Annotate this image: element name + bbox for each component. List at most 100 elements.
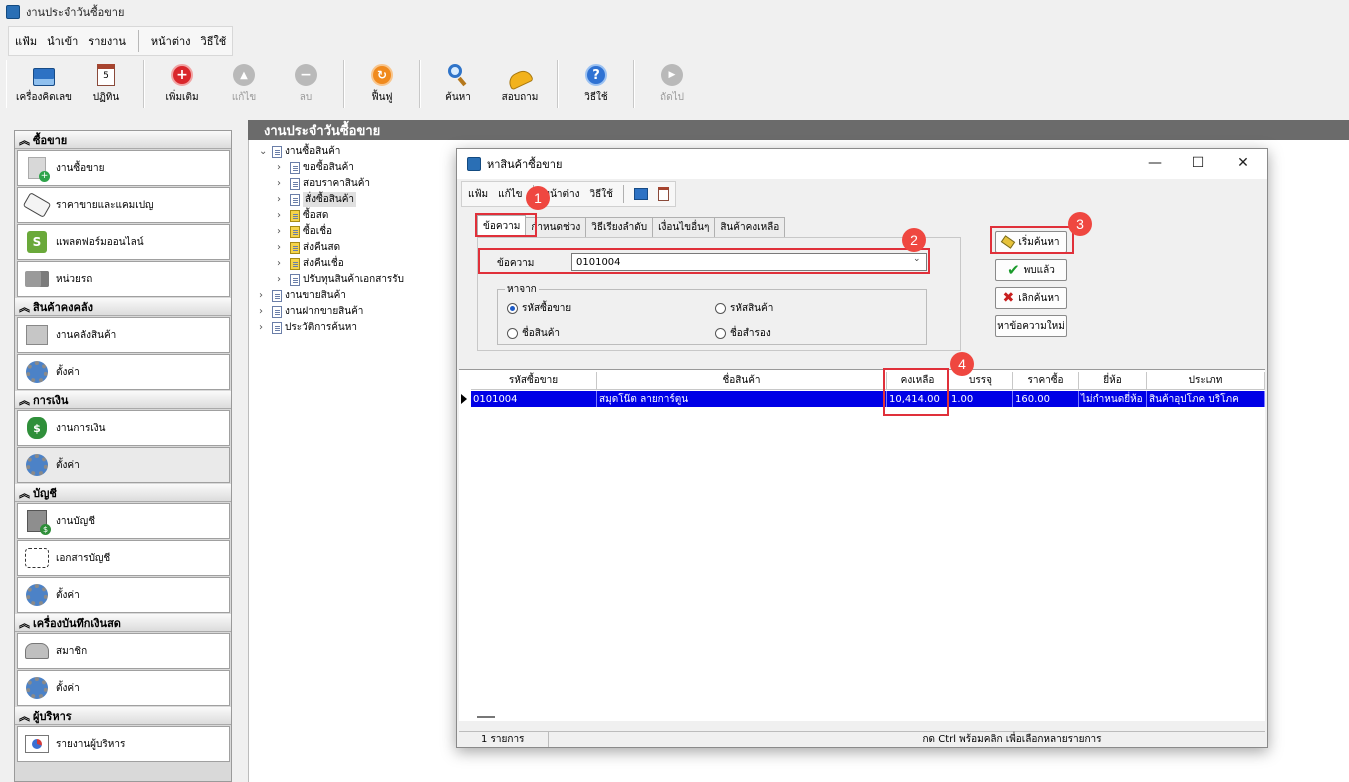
radio-icon [715, 303, 726, 314]
menu-help[interactable]: วิธีใช้ [201, 32, 227, 50]
radio-label: รหัสสินค้า [730, 303, 774, 314]
tree-item-consignment[interactable]: › งานฝากขายสินค้า [259, 304, 363, 319]
tree-item-credit-return[interactable]: › ส่งคืนเชื่อ [277, 256, 344, 271]
restore-button[interactable]: ↻ ฟื้นฟู [351, 62, 413, 108]
dialog-title: หาสินค้าซื้อขาย [487, 158, 563, 171]
sidebar-item-trading-work[interactable]: + งานซื้อขาย [17, 150, 230, 186]
column-header-trade-code[interactable]: รหัสซื้อขาย [471, 372, 597, 390]
refresh-icon: ↻ [371, 64, 393, 86]
dialog-menu-edit[interactable]: แก้ไข [498, 187, 522, 202]
money-bag-icon: $ [24, 415, 50, 441]
tree-item-cost-adjust[interactable]: › ปรับทุนสินค้าเอกสารรับ [277, 272, 404, 287]
tree-item-price-inquiry[interactable]: › สอบราคาสินค้า [277, 176, 370, 191]
close-icon[interactable]: ✕ [1233, 155, 1253, 173]
sidebar-item-label: งานคลังสินค้า [56, 329, 117, 341]
sidebar-item-register-settings[interactable]: ตั้งค่า [17, 670, 230, 706]
document-add-icon: + [24, 155, 50, 182]
tree-item-sales[interactable]: › งานขายสินค้า [259, 288, 346, 303]
sidebar-item-finance-work[interactable]: $ งานการเงิน [17, 410, 230, 446]
column-header-brand[interactable]: ยี่ห้อ [1079, 372, 1147, 390]
sidebar-item-accounting-work[interactable]: $ งานบัญชี [17, 503, 230, 539]
sidebar-item-executive-report[interactable]: รายงานผู้บริหาร [17, 726, 230, 762]
section-executive[interactable]: ︽ ผู้บริหาร [15, 707, 231, 725]
tab-stock[interactable]: สินค้าคงเหลือ [714, 217, 786, 237]
sidebar-item-label: เอกสารบัญชี [56, 552, 111, 564]
people-icon [24, 638, 50, 664]
section-inventory[interactable]: ︽ สินค้าคงคลัง [15, 298, 231, 316]
gear-icon [24, 582, 50, 608]
dialog-status-bar: 1 รายการ กด Ctrl พร้อมคลิก เพื่อเลือกหลา… [459, 731, 1265, 747]
column-header-purchase-price[interactable]: ราคาซื้อ [1013, 372, 1079, 390]
calculator-icon[interactable] [633, 188, 648, 200]
tab-other-conditions[interactable]: เงื่อนไขอื่นๆ [652, 217, 716, 237]
found-button[interactable]: ✔ พบแล้ว [995, 259, 1067, 281]
return-icon [290, 257, 300, 270]
gear-icon [24, 359, 50, 385]
tree-item-label: ขอซื้อสินค้า [303, 162, 354, 173]
cancel-search-button[interactable]: ✖ เลิกค้นหา [995, 287, 1067, 309]
dialog-menu-help[interactable]: วิธีใช้ [590, 187, 613, 202]
tree-item-purchase[interactable]: ⌄ งานซื้อสินค้า [259, 144, 340, 159]
chevron-right-icon: › [277, 242, 281, 253]
chevron-right-icon: › [259, 322, 263, 333]
maximize-icon[interactable]: ☐ [1188, 155, 1208, 173]
callout-badge-1: 1 [526, 186, 550, 210]
search-button[interactable]: ค้นหา [427, 62, 489, 108]
tree-item-purchase-order[interactable]: › สั่งซื้อสินค้า [277, 192, 357, 207]
tree-item-label: ส่งคืนเชื่อ [303, 258, 344, 269]
delete-button[interactable]: − ลบ [275, 62, 337, 108]
column-header-category[interactable]: ประเภท [1147, 372, 1265, 390]
tree-item-cash-return[interactable]: › ส่งคืนสด [277, 240, 340, 255]
calendar-icon[interactable] [657, 187, 669, 201]
section-title: บัญชี [33, 486, 57, 500]
dialog-menu-file[interactable]: แฟ้ม [468, 187, 488, 202]
menu-report[interactable]: รายงาน [88, 32, 126, 50]
radio-alt-name[interactable]: ชื่อสำรอง [715, 326, 771, 341]
sidebar-item-finance-settings[interactable]: ตั้งค่า [17, 447, 230, 483]
section-finance[interactable]: ︽ การเงิน [15, 391, 231, 409]
calculator-button[interactable]: เครื่องคิดเลข [13, 62, 75, 108]
radio-label: ชื่อสินค้า [522, 328, 561, 339]
sidebar-item-inventory-settings[interactable]: ตั้งค่า [17, 354, 230, 390]
edit-button[interactable]: ▲ แก้ไข [213, 62, 275, 108]
menu-window[interactable]: หน้าต่าง [151, 32, 191, 50]
radio-trade-code[interactable]: รหัสซื้อขาย [507, 301, 571, 316]
sidebar-item-online-platform[interactable]: S แพลตฟอร์มออนไลน์ [17, 224, 230, 260]
next-button[interactable]: ▶ ถัดไป [641, 62, 703, 108]
column-header-product-name[interactable]: ชื่อสินค้า [597, 372, 887, 390]
radio-product-code[interactable]: รหัสสินค้า [715, 301, 773, 316]
sidebar-item-accounting-settings[interactable]: ตั้งค่า [17, 577, 230, 613]
sidebar-item-accounting-docs[interactable]: เอกสารบัญชี [17, 540, 230, 576]
inquiry-button[interactable]: สอบถาม [489, 62, 551, 108]
delete-label: ลบ [299, 92, 313, 103]
tree-item-cash-purchase[interactable]: › ซื้อสด [277, 208, 328, 223]
section-trading[interactable]: ︽ ซื้อขาย [15, 131, 231, 149]
tree-item-purchase-request[interactable]: › ขอซื้อสินค้า [277, 160, 354, 175]
section-accounting[interactable]: ︽ บัญชี [15, 484, 231, 502]
help-button[interactable]: ? วิธีใช้ [565, 62, 627, 108]
tab-sort[interactable]: วิธีเรียงลำดับ [585, 217, 654, 237]
section-cash-register[interactable]: ︽ เครื่องบันทึกเงินสด [15, 614, 231, 632]
cell-trade-code: 0101004 [471, 391, 597, 407]
add-button[interactable]: + เพิ่มเติม [151, 62, 213, 108]
x-icon: ✖ [1002, 290, 1015, 306]
tree-item-label: ประวัติการค้นหา [285, 322, 357, 333]
minimize-icon[interactable]: — [1145, 155, 1165, 173]
radio-product-name[interactable]: ชื่อสินค้า [507, 326, 560, 341]
tree-item-search-history[interactable]: › ประวัติการค้นหา [259, 320, 357, 335]
menu-file[interactable]: แฟ้ม [15, 32, 37, 50]
sidebar-item-warehouse[interactable]: งานคลังสินค้า [17, 317, 230, 353]
tree-item-credit-purchase[interactable]: › ซื้อเชื่อ [277, 224, 332, 239]
toolbar-group-nav: ▶ ถัดไป [634, 60, 709, 108]
page-title: งานประจำวันซื้อขาย [248, 120, 1349, 140]
sidebar-item-label: งานบัญชี [56, 515, 95, 527]
sidebar-item-members[interactable]: สมาชิก [17, 633, 230, 669]
menu-import[interactable]: นำเข้า [47, 32, 78, 50]
calendar-button[interactable]: 5 ปฏิทิน [75, 62, 137, 108]
sidebar-item-vehicle-unit[interactable]: หน่วยรถ [17, 261, 230, 297]
sidebar-item-label: หน่วยรถ [56, 273, 93, 285]
sidebar-item-label: ตั้งค่า [56, 459, 80, 471]
table-row[interactable]: 0101004 สมุดโน๊ต ลายการ์ตูน 10,414.00 1.… [471, 391, 1265, 407]
sidebar-item-pricing[interactable]: ราคาขายและแคมเปญ [17, 187, 230, 223]
new-search-button[interactable]: หาข้อความใหม่ [995, 315, 1067, 337]
